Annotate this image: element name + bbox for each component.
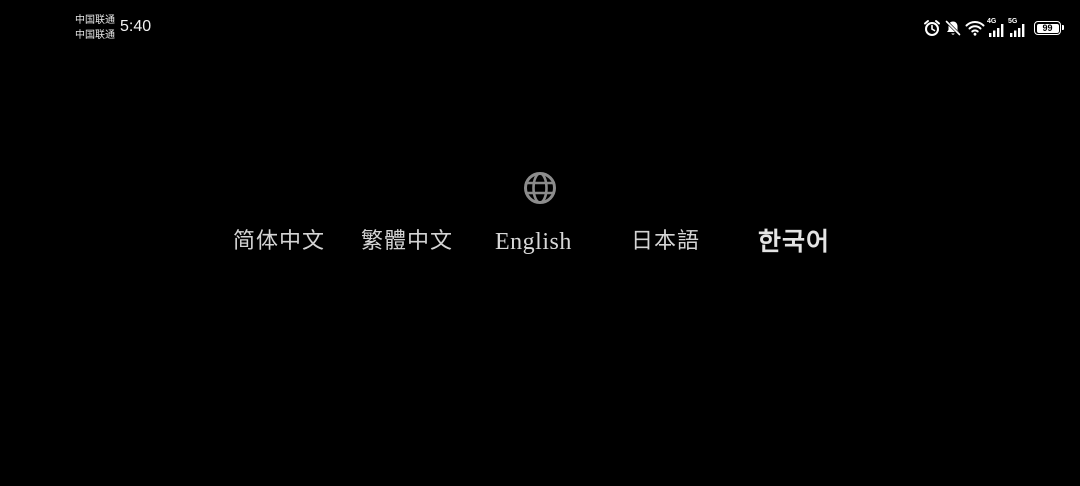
status-bar: 中国联通 中国联通 5:40 4G 5G 99 — [0, 0, 1080, 50]
language-option-traditional-chinese[interactable]: 繁體中文 — [361, 222, 453, 262]
language-option-japanese[interactable]: 日本語 — [631, 222, 700, 262]
carrier-1-label: 中国联通 — [75, 15, 115, 26]
network-type-1-label: 4G — [987, 18, 997, 25]
status-icons: 4G 5G 99 — [923, 17, 1064, 39]
alarm-icon — [923, 17, 941, 39]
globe-icon — [523, 171, 557, 205]
network-type-2-label: 5G — [1008, 18, 1018, 25]
carrier-names: 中国联通 中国联通 — [75, 13, 115, 43]
language-options: 简体中文 繁體中文 English 日本語 한국어 — [0, 222, 1080, 262]
mobile-signal-1: 4G — [987, 17, 1006, 39]
status-clock: 5:40 — [120, 18, 152, 35]
carrier-2-label: 中国联通 — [75, 30, 115, 41]
battery-indicator: 99 — [1034, 21, 1064, 35]
language-option-english[interactable]: English — [495, 222, 572, 262]
language-option-korean[interactable]: 한국어 — [758, 222, 830, 262]
bell-muted-icon — [944, 17, 962, 39]
language-option-simplified-chinese[interactable]: 简体中文 — [233, 222, 325, 262]
mobile-signal-2: 5G — [1008, 17, 1027, 39]
wifi-icon — [965, 17, 985, 39]
battery-level: 99 — [1042, 23, 1053, 33]
